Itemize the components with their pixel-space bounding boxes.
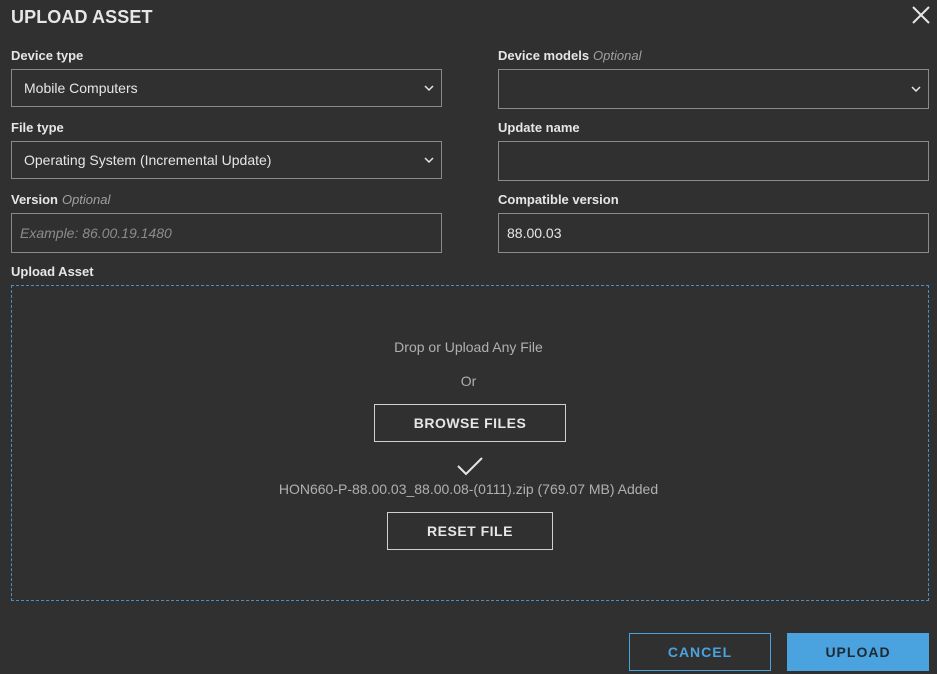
dialog-title: UPLOAD ASSET <box>11 7 153 27</box>
drop-instructions: Drop or Upload Any File <box>394 339 543 355</box>
upload-asset-dialog: UPLOAD ASSET Device type Mobile Computer… <box>0 0 937 674</box>
compatible-version-field[interactable] <box>498 213 929 253</box>
chevron-down-icon <box>911 86 921 93</box>
version-input[interactable] <box>12 214 441 252</box>
added-file-status: HON660-P-88.00.03_88.00.08-(0111).zip (7… <box>278 481 659 497</box>
update-name-label-text: Update name <box>498 120 580 135</box>
file-type-label-text: File type <box>11 120 64 135</box>
update-name-label: Update name <box>498 120 580 135</box>
reset-file-button[interactable]: RESET FILE <box>387 512 553 550</box>
upload-asset-label-text: Upload Asset <box>11 264 94 279</box>
or-separator: Or <box>460 373 477 389</box>
browse-files-button[interactable]: BROWSE FILES <box>374 404 566 442</box>
close-icon <box>912 6 930 24</box>
check-icon <box>457 457 483 476</box>
cancel-button[interactable]: CANCEL <box>629 633 771 671</box>
device-models-select[interactable] <box>498 69 929 109</box>
update-name-field[interactable] <box>498 141 929 181</box>
file-dropzone[interactable] <box>11 285 929 601</box>
version-label: Version Optional <box>11 192 110 207</box>
version-optional-tag: Optional <box>61 192 111 207</box>
device-type-label: Device type <box>11 48 83 63</box>
device-type-select[interactable]: Mobile Computers <box>11 69 442 107</box>
device-models-label: Device models Optional <box>498 48 641 63</box>
file-type-value: Operating System (Incremental Update) <box>24 152 272 168</box>
chevron-down-icon <box>424 85 434 92</box>
upload-button[interactable]: UPLOAD <box>787 633 929 671</box>
version-field[interactable] <box>11 213 442 253</box>
chevron-down-icon <box>424 157 434 164</box>
upload-asset-label: Upload Asset <box>11 264 94 279</box>
close-button[interactable] <box>907 3 933 27</box>
compatible-version-label-text: Compatible version <box>498 192 619 207</box>
device-type-value: Mobile Computers <box>24 80 138 96</box>
compatible-version-label: Compatible version <box>498 192 619 207</box>
device-models-optional-tag: Optional <box>593 48 642 63</box>
file-type-select[interactable]: Operating System (Incremental Update) <box>11 141 442 179</box>
compatible-version-input[interactable] <box>499 214 928 252</box>
device-type-label-text: Device type <box>11 48 84 63</box>
update-name-input[interactable] <box>499 142 928 180</box>
file-type-label: File type <box>11 120 64 135</box>
version-label-text: Version <box>11 192 58 207</box>
device-models-label-text: Device models <box>498 48 590 63</box>
